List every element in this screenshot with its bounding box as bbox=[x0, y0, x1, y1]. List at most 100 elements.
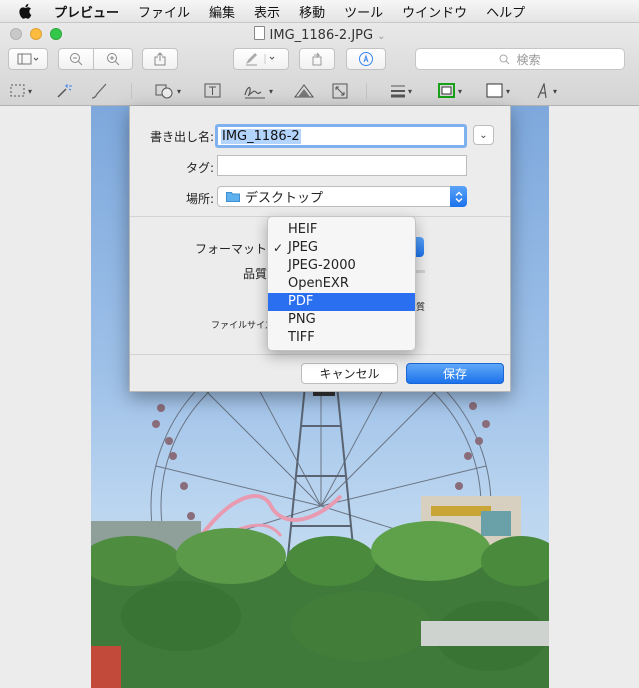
file-size-label: ファイルサイズ bbox=[211, 321, 274, 331]
sidebar-icon bbox=[17, 53, 39, 65]
cancel-button[interactable]: キャンセル bbox=[301, 363, 398, 384]
chevron-down-icon: ▾ bbox=[506, 86, 511, 96]
shapes-icon bbox=[155, 84, 173, 99]
share-icon bbox=[154, 52, 166, 66]
export-as-field[interactable]: IMG_1186-2 bbox=[215, 124, 467, 148]
sketch-tool[interactable] bbox=[90, 81, 110, 101]
resize-icon bbox=[332, 83, 348, 99]
expand-dialog-button[interactable]: ⌄ bbox=[473, 125, 494, 145]
sidebar-toggle-button[interactable] bbox=[8, 48, 48, 70]
zoom-in-icon bbox=[107, 53, 120, 66]
folder-icon bbox=[226, 192, 240, 202]
tags-field[interactable] bbox=[217, 155, 467, 176]
chevron-down-icon: ▾ bbox=[269, 86, 274, 96]
quality-label: 品質 bbox=[242, 267, 267, 281]
shapes-tool[interactable]: ▾ bbox=[155, 81, 181, 101]
chevron-down-icon: ⌄ bbox=[377, 31, 386, 42]
chevron-down-icon: ▾ bbox=[408, 86, 413, 96]
format-option-pdf[interactable]: PDF bbox=[268, 293, 415, 311]
fill-color-tool[interactable]: ▾ bbox=[486, 81, 510, 101]
option-label: HEIF bbox=[288, 222, 318, 237]
quality-slider-track[interactable] bbox=[415, 270, 425, 273]
format-label: フォーマット bbox=[194, 242, 267, 256]
toolbar-divider bbox=[131, 83, 132, 99]
menu-window[interactable]: ウインドウ bbox=[402, 2, 467, 21]
chevron-down-icon: ▾ bbox=[177, 86, 182, 96]
save-button[interactable]: 保存 bbox=[406, 363, 504, 384]
popup-arrows-icon bbox=[450, 186, 467, 207]
menu-help[interactable]: ヘルプ bbox=[486, 2, 525, 21]
text-style-tool[interactable]: ▾ bbox=[535, 81, 557, 101]
option-label: OpenEXR bbox=[288, 276, 349, 291]
menu-tools[interactable]: ツール bbox=[344, 2, 383, 21]
search-icon bbox=[499, 54, 510, 64]
zoom-out-icon bbox=[70, 53, 83, 66]
search-field[interactable]: 検索 bbox=[415, 48, 625, 70]
option-label: PNG bbox=[288, 312, 316, 327]
markup-icon bbox=[359, 52, 373, 66]
format-option-png[interactable]: PNG bbox=[268, 311, 415, 329]
adjust-size-tool[interactable] bbox=[332, 81, 348, 101]
text-tool[interactable] bbox=[204, 81, 222, 101]
format-option-jpeg-2000[interactable]: JPEG-2000 bbox=[268, 257, 415, 275]
menu-view[interactable]: 表示 bbox=[254, 2, 280, 21]
selection-tool[interactable]: ▾ bbox=[10, 81, 32, 101]
rotate-icon bbox=[312, 52, 322, 66]
quality-max-label: 質 bbox=[416, 303, 426, 313]
option-label: JPEG-2000 bbox=[288, 258, 356, 273]
tags-label: タグ: bbox=[185, 161, 214, 175]
border-color-tool[interactable]: ▾ bbox=[438, 81, 462, 101]
text-style-icon bbox=[537, 83, 547, 99]
checkmark-icon: ✓ bbox=[273, 241, 284, 255]
signature-tool[interactable]: ▾ bbox=[243, 81, 273, 101]
brush-icon bbox=[91, 83, 107, 99]
window-title[interactable]: IMG_1186-2.JPG ⌄ bbox=[0, 26, 639, 43]
adjust-color-tool[interactable] bbox=[294, 81, 314, 101]
menu-edit[interactable]: 編集 bbox=[209, 2, 235, 21]
option-label: TIFF bbox=[288, 330, 315, 345]
format-option-jpeg[interactable]: ✓ JPEG bbox=[268, 239, 415, 257]
zoom-out-button[interactable] bbox=[58, 48, 94, 70]
window-title-text: IMG_1186-2.JPG bbox=[269, 28, 374, 43]
menu-app-name[interactable]: プレビュー bbox=[54, 2, 119, 21]
text-box-icon bbox=[204, 83, 221, 98]
fill-color-icon bbox=[486, 83, 503, 98]
window-toolbar: IMG_1186-2.JPG ⌄ 検索 ▾ ▾ ▾ ▾ ▾ ▾ ▾ bbox=[0, 23, 639, 106]
where-value: デスクトップ bbox=[245, 191, 324, 206]
rect-selection-icon bbox=[10, 84, 25, 97]
menu-file[interactable]: ファイル bbox=[138, 2, 190, 21]
option-label: JPEG bbox=[288, 240, 318, 255]
chevron-down-icon: ⌄ bbox=[479, 129, 488, 141]
cancel-button-label: キャンセル bbox=[319, 367, 380, 381]
instant-alpha-tool[interactable] bbox=[55, 81, 73, 101]
line-style-icon bbox=[391, 85, 405, 98]
format-option-heif[interactable]: HEIF bbox=[268, 221, 415, 239]
adjust-color-icon bbox=[294, 84, 314, 98]
markup-toolbar-button[interactable] bbox=[346, 48, 386, 70]
menu-bar: プレビュー ファイル 編集 表示 移動 ツール ウインドウ ヘルプ bbox=[0, 0, 639, 23]
chevron-down-icon: ▾ bbox=[458, 86, 463, 96]
border-color-icon bbox=[438, 83, 455, 98]
export-as-value: IMG_1186-2 bbox=[221, 128, 301, 144]
line-style-tool[interactable]: ▾ bbox=[390, 81, 412, 101]
toolbar-divider bbox=[366, 83, 367, 99]
rotate-button[interactable] bbox=[299, 48, 335, 70]
document-icon bbox=[253, 26, 265, 40]
apple-icon[interactable] bbox=[18, 3, 32, 19]
option-label: PDF bbox=[288, 294, 314, 309]
zoom-in-button[interactable] bbox=[93, 48, 133, 70]
where-popup[interactable]: デスクトップ bbox=[217, 186, 467, 207]
sheet-divider bbox=[130, 354, 510, 355]
format-dropdown-menu: HEIF ✓ JPEG JPEG-2000 OpenEXR PDF PNG TIF… bbox=[267, 216, 416, 351]
save-button-label: 保存 bbox=[442, 367, 467, 381]
format-option-tiff[interactable]: TIFF bbox=[268, 329, 415, 347]
export-as-label: 書き出し名: bbox=[149, 130, 214, 144]
magic-wand-icon bbox=[57, 84, 72, 98]
markup-pen-button[interactable] bbox=[233, 48, 289, 70]
chevron-down-icon: ▾ bbox=[553, 86, 558, 96]
menu-go[interactable]: 移動 bbox=[299, 2, 325, 21]
share-button[interactable] bbox=[142, 48, 178, 70]
signature-icon bbox=[244, 86, 265, 99]
chevron-down-icon: ▾ bbox=[28, 86, 33, 96]
format-option-openexr[interactable]: OpenEXR bbox=[268, 275, 415, 293]
